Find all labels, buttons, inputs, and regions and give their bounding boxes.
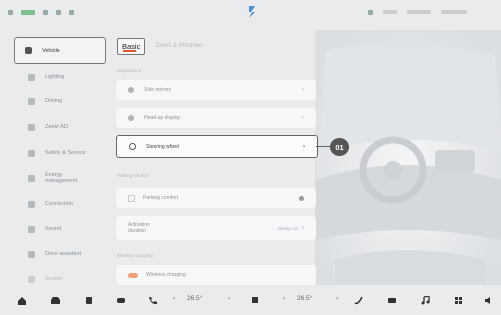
sidebar-item-energy[interactable]: Energy management bbox=[18, 167, 106, 189]
mirror-icon bbox=[128, 87, 134, 93]
connection-icon bbox=[28, 200, 35, 208]
energy-icon bbox=[28, 174, 35, 182]
status-text-placeholder bbox=[383, 10, 397, 14]
settings-tabs: Basic Doors & Windows bbox=[117, 37, 203, 55]
section-header-wireless: Wireless charging bbox=[117, 253, 153, 258]
section-header-parking: Parking comfort bbox=[117, 173, 149, 178]
status-date-placeholder bbox=[441, 10, 467, 14]
music-icon[interactable] bbox=[421, 296, 430, 305]
sidebar-item-label: Sound bbox=[45, 226, 61, 232]
callout-line bbox=[316, 146, 330, 147]
sidebar-item-label: Lighting bbox=[45, 74, 65, 80]
temp-decrease-left[interactable]: ‹ bbox=[173, 295, 175, 302]
sidebar-item-label: Vehicle bbox=[42, 47, 60, 54]
sidebar-item-vehicle[interactable]: Vehicle bbox=[14, 37, 106, 64]
sidebar-item-label: Energy management bbox=[45, 172, 78, 184]
row-label: Steering wheel bbox=[146, 143, 180, 150]
steering-wheel-icon bbox=[129, 143, 136, 150]
settings-sidebar: Vehicle Lighting Driving Zeekr AD Safety… bbox=[14, 36, 106, 291]
signal-icon bbox=[8, 10, 13, 15]
sidebar-item-label: Screen bbox=[45, 276, 63, 282]
steering-heat-icon[interactable] bbox=[354, 296, 363, 305]
chevron-right-icon: › bbox=[302, 87, 304, 93]
chevron-right-icon: › bbox=[302, 225, 304, 231]
hud-icon bbox=[128, 115, 134, 121]
sidebar-item-drive-assistant[interactable]: Drive assistant bbox=[18, 243, 106, 265]
temp-increase-left[interactable]: › bbox=[228, 295, 230, 302]
temperature-left: 26.5° bbox=[187, 295, 203, 302]
row-side-mirrors[interactable]: Side mirrors › bbox=[116, 80, 316, 100]
section-header-ergonomics: Ergonomics bbox=[117, 68, 141, 73]
info-icon[interactable] bbox=[299, 195, 304, 201]
screen-icon bbox=[28, 275, 35, 283]
status-time-placeholder bbox=[407, 10, 431, 14]
sidebar-item-driving[interactable]: Driving bbox=[18, 90, 106, 112]
seat-icon[interactable] bbox=[85, 296, 93, 305]
car-interior-image bbox=[315, 30, 501, 285]
row-label: Parking comfort bbox=[143, 195, 179, 201]
row-wireless-charging[interactable]: Wireless charging bbox=[116, 265, 316, 285]
assist-icon bbox=[28, 123, 35, 131]
tab-doors-windows[interactable]: Doors & Windows bbox=[155, 43, 203, 49]
callout-badge: 01 bbox=[330, 138, 349, 156]
row-activation-duration[interactable]: Activation duration Always on › bbox=[116, 216, 316, 240]
tab-basic[interactable]: Basic bbox=[117, 37, 146, 55]
parking-comfort-checkbox[interactable] bbox=[128, 194, 135, 202]
sidebar-item-zeekr-ad[interactable]: Zeekr AD bbox=[18, 116, 106, 138]
phone-icon[interactable] bbox=[148, 296, 157, 305]
car-icon[interactable] bbox=[50, 296, 61, 305]
sidebar-item-sound[interactable]: Sound bbox=[18, 218, 106, 240]
settings-content: Ergonomics Side mirrors › Head-up displa… bbox=[110, 60, 318, 285]
sidebar-item-label: Drive assistant bbox=[45, 251, 82, 257]
driving-icon bbox=[28, 97, 35, 105]
wifi-icon bbox=[43, 10, 48, 15]
bottom-dock: ‹ 26.5° › ‹ 26.5° › bbox=[0, 287, 501, 315]
activation-value: Always on bbox=[277, 225, 298, 231]
sidebar-item-label: Connection bbox=[45, 201, 73, 207]
row-label: Activation duration bbox=[128, 222, 150, 234]
apps-icon[interactable] bbox=[454, 296, 463, 305]
row-label: Head-up display bbox=[144, 115, 181, 121]
sidebar-item-lighting[interactable]: Lighting bbox=[18, 66, 106, 88]
brand-logo-icon bbox=[249, 6, 255, 18]
bluetooth-icon bbox=[56, 10, 61, 15]
row-parking-comfort[interactable]: Parking comfort bbox=[116, 188, 316, 208]
wireless-charging-toggle[interactable] bbox=[128, 272, 138, 278]
chevron-right-icon: › bbox=[303, 143, 305, 150]
temperature-right: 26.5° bbox=[297, 295, 313, 302]
status-left bbox=[8, 10, 74, 15]
lighting-icon bbox=[28, 73, 35, 81]
notification-icon bbox=[368, 10, 373, 15]
car-interior-illustration bbox=[315, 30, 501, 285]
sidebar-item-label: Zeekr AD bbox=[45, 124, 68, 130]
drive-assistant-icon bbox=[28, 250, 35, 258]
car-icon bbox=[25, 47, 32, 54]
status-right bbox=[368, 10, 467, 15]
safety-icon bbox=[28, 149, 35, 157]
row-head-up-display[interactable]: Head-up display › bbox=[116, 108, 316, 128]
defrost-icon[interactable] bbox=[387, 296, 397, 305]
battery-icon bbox=[21, 10, 35, 15]
chevron-right-icon: › bbox=[302, 115, 304, 121]
home-icon[interactable] bbox=[17, 296, 27, 305]
temp-increase-right[interactable]: › bbox=[336, 295, 338, 302]
row-steering-wheel[interactable]: Steering wheel › bbox=[116, 135, 318, 158]
temp-decrease-right[interactable]: ‹ bbox=[283, 295, 285, 302]
row-label: Wireless charging bbox=[146, 272, 186, 278]
settings-icon bbox=[69, 10, 74, 15]
sidebar-item-label: Driving bbox=[45, 98, 63, 104]
row-label: Side mirrors bbox=[144, 87, 171, 93]
sidebar-item-safety[interactable]: Safety & Service bbox=[18, 142, 106, 164]
status-bar bbox=[0, 0, 501, 28]
sound-icon bbox=[28, 225, 35, 233]
sidebar-item-label: Safety & Service bbox=[45, 150, 86, 156]
volume-icon[interactable] bbox=[484, 296, 494, 305]
seat-heat-icon[interactable] bbox=[250, 296, 260, 305]
fan-icon[interactable] bbox=[116, 296, 126, 305]
sidebar-item-connection[interactable]: Connection bbox=[18, 193, 106, 215]
